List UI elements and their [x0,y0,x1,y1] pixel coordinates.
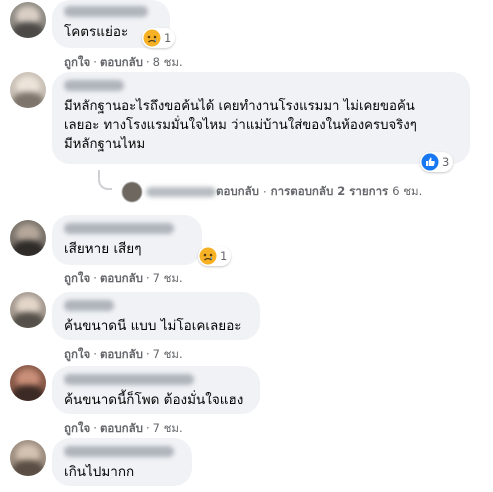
comment-text: ค้นขนาดนี แบบ ไม่โอเคเลยอะ [64,318,242,334]
reply-link[interactable]: ตอบกลับ [100,347,143,361]
like-link[interactable]: ถูกใจ [64,271,90,285]
comment-text: เสียหาย เสียๆ [64,241,142,257]
blurred-author-name[interactable] [64,80,124,91]
blurred-reply-author [146,187,216,197]
blurred-author-name[interactable] [64,374,194,385]
avatar[interactable] [10,365,46,401]
timestamp[interactable]: 7 ชม. [153,271,183,285]
timestamp[interactable]: 7 ชม. [153,347,183,361]
comment-meta: ถูกใจ · ตอบกลับ · 7 ชม. [64,421,183,435]
blurred-author-name[interactable] [64,6,148,17]
reaction-count: 1 [164,31,172,45]
reply-link[interactable]: ตอบกลับ [100,271,143,285]
timestamp[interactable]: 8 ชม. [153,55,183,69]
blurred-author-name[interactable] [64,223,174,234]
reply-avatar [122,182,142,202]
comment-bubble: ค้นขนาดนี้ก็โพด ต้องมั่นใจแฮง [52,366,260,414]
timestamp[interactable]: 7 ชม. [153,421,183,435]
comment-bubble: มีหลักฐานอะไรถึงขอค้นได้ เคยทำงานโรงแรมม… [52,72,470,164]
reaction-badge[interactable]: 1 [142,28,176,48]
reply-link[interactable]: ตอบกลับ [216,183,259,201]
like-link[interactable]: ถูกใจ [64,421,90,435]
blurred-author-name[interactable] [64,300,114,311]
reply-link[interactable]: ตอบกลับ [100,421,143,435]
avatar[interactable] [10,440,46,476]
comment-text: เกินไปมากก [64,464,135,480]
reaction-badge[interactable]: 1 [198,246,232,266]
comment-bubble: ค้นขนาดนี แบบ ไม่โอเคเลยอะ [52,292,260,340]
comment-bubble: เสียหาย เสียๆ [52,215,202,265]
avatar[interactable] [10,292,46,328]
reply-thread-connector [98,170,112,190]
comment-bubble: เกินไปมากก [52,438,192,486]
comment-text: มีหลักฐานอะไรถึงขอค้นได้ เคยทำงานโรงแรมม… [64,99,417,152]
comment-text: ค้นขนาดนี้ก็โพด ต้องมั่นใจแฮง [64,392,244,408]
reply-link[interactable]: ตอบกลับ [100,55,143,69]
comment-meta: ถูกใจ · ตอบกลับ · 8 ชม. [64,55,183,69]
reaction-count: 3 [442,155,450,169]
sad-emoji-icon [199,247,217,265]
like-icon [421,153,439,171]
reaction-badge[interactable]: 3 [420,152,454,172]
avatar[interactable] [10,220,46,256]
timestamp[interactable]: 6 ชม. [392,183,422,201]
replies-summary[interactable]: ตอบกลับ · การตอบกลับ 2 รายการ 6 ชม. [118,182,422,202]
reaction-count: 1 [220,249,228,263]
comment-meta: ถูกใจ · ตอบกลับ · 7 ชม. [64,271,183,285]
view-replies-link[interactable]: การตอบกลับ 2 รายการ [271,183,389,201]
like-link[interactable]: ถูกใจ [64,55,90,69]
like-link[interactable]: ถูกใจ [64,347,90,361]
avatar[interactable] [10,2,46,38]
blurred-author-name[interactable] [64,446,174,457]
comment-meta: ถูกใจ · ตอบกลับ · 7 ชม. [64,347,183,361]
avatar[interactable] [10,72,46,108]
sad-emoji-icon [143,29,161,47]
